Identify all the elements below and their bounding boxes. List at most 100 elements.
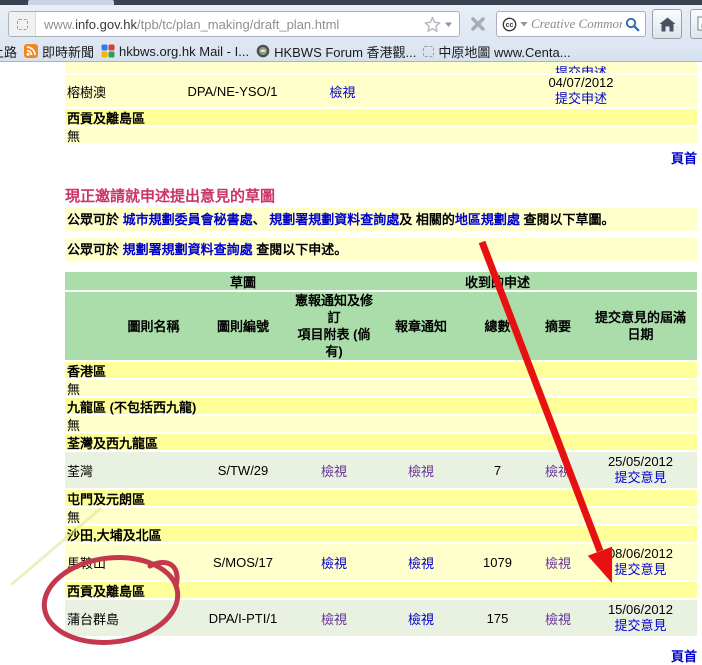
default-favicon-icon (423, 46, 434, 57)
back-to-top: 頁首 (0, 646, 697, 665)
site-identity-box[interactable] (9, 12, 36, 36)
deadline-date: 04/07/2012 (485, 75, 677, 91)
plan-number: S/MOS/17 (197, 555, 289, 570)
gazette-view-link[interactable]: 檢視 (321, 612, 347, 627)
table-group-header: 草圖 收到的申述 (65, 272, 697, 292)
table-row: 榕樹澳 DPA/NE-YSO/1 檢視 04/07/2012 提交申述 (65, 75, 697, 109)
search-magnifier-icon[interactable] (625, 17, 640, 32)
back-to-top-link[interactable]: 頁首 (671, 151, 697, 166)
total-count: 7 (463, 463, 532, 478)
district-section-header: 沙田,大埔及北區 (65, 526, 697, 544)
submit-comment-link[interactable]: 提交意見 (614, 618, 666, 633)
url-domain: info.gov.hk (75, 17, 137, 32)
submit-representation-link[interactable]: 提交申述 (555, 91, 607, 106)
summary-view-link[interactable]: 檢視 (545, 556, 571, 571)
browser-chrome: www.info.gov.hk/tpb/tc/plan_making/draft… (0, 0, 702, 62)
plan-number: S/TW/29 (197, 463, 289, 478)
gazette-view-link[interactable]: 檢視 (321, 464, 347, 479)
column-header: 提交意見的屆滿 日期 (584, 309, 697, 343)
total-count: 175 (463, 611, 532, 626)
home-button[interactable] (652, 9, 682, 39)
url-dropdown-icon[interactable] (444, 21, 453, 28)
search-engine-dropdown-icon[interactable] (520, 21, 528, 27)
district-planning-office-link[interactable]: 地區規劃處 (455, 212, 520, 227)
district-section-header: 九龍區 (不包括西九龍) (65, 398, 697, 416)
press-view-link[interactable]: 檢視 (408, 612, 434, 627)
deadline-date: 08/06/2012 (584, 546, 697, 562)
bookmark-import-icon (696, 16, 702, 33)
back-to-top: 頁首 (0, 148, 697, 167)
active-tab-edge[interactable] (28, 0, 114, 5)
hkbws-forum-icon (256, 44, 270, 58)
comments-plans-table: 草圖 收到的申述 圖則名稱 圖則編號 憲報通知及修訂 項目附表 (倘有) 報章通… (65, 272, 697, 638)
tpb-secretariat-link[interactable]: 城市規劃委員會秘書處 (123, 212, 253, 227)
planning-enquiry-link[interactable]: 規劃署規劃資料查詢處 (269, 212, 399, 227)
submit-comment-link[interactable]: 提交意見 (614, 470, 666, 485)
empty-row: 無 (65, 416, 697, 434)
bookmark-star-icon[interactable] (424, 16, 441, 33)
search-input[interactable]: Creative Commor (531, 16, 622, 32)
bookmark-label: 上路 (0, 42, 17, 61)
url-path: /tpb/tc/plan_making/draft_plan.html (137, 17, 339, 32)
bookmark-label: hkbws.org.hk Mail - I... (119, 44, 249, 59)
back-to-top-link[interactable]: 頁首 (671, 649, 697, 664)
bookmarks-toolbar: 上路 即時新聞 hkbws.org.hk Mail - I... (0, 40, 702, 62)
district-section-header: 西貢及離島區 (65, 109, 697, 127)
url-text[interactable]: www.info.gov.hk/tpb/tc/plan_making/draft… (36, 17, 424, 32)
table-row: 蒲台群島 DPA/I-PTI/1 檢視 檢視 175 檢視 15/06/2012… (65, 600, 697, 638)
google-mail-icon (101, 44, 115, 58)
rss-feed-icon (24, 44, 38, 58)
plan-name: 馬鞍山 (65, 553, 197, 572)
group-header-received: 收到的申述 (463, 272, 532, 291)
plan-number: DPA/NE-YSO/1 (185, 84, 280, 99)
plan-number: DPA/I-PTI/1 (197, 611, 289, 626)
column-header: 圖則名稱 (65, 318, 197, 335)
web-page-content: 提交申述 榕樹澳 DPA/NE-YSO/1 檢視 04/07/2012 提交申述… (0, 62, 702, 645)
creative-commons-engine-icon[interactable]: cc (502, 17, 517, 32)
press-view-link[interactable]: 檢視 (408, 556, 434, 571)
table-column-headers: 圖則名稱 圖則編號 憲報通知及修訂 項目附表 (倘有) 報章通知 總數 摘要 提… (65, 292, 697, 362)
submit-comment-link[interactable]: 提交意見 (614, 562, 666, 577)
bookmark-item[interactable]: 上路 (0, 42, 17, 61)
svg-text:cc: cc (506, 22, 514, 29)
press-view-link[interactable]: 檢視 (408, 464, 434, 479)
bookmark-label: HKBWS Forum 香港觀... (274, 42, 416, 61)
summary-view-link[interactable]: 檢視 (545, 464, 571, 479)
submit-representation-link[interactable]: 提交申述 (555, 65, 607, 75)
district-section-header: 西貢及離島區 (65, 582, 697, 600)
bookmark-item[interactable]: hkbws.org.hk Mail - I... (101, 44, 249, 59)
group-header-draft: 草圖 (197, 272, 289, 291)
empty-row: 無 (65, 127, 697, 145)
district-section-header: 荃灣及西九龍區 (65, 434, 697, 452)
default-favicon-icon (17, 19, 28, 30)
plan-name: 蒲台群島 (65, 609, 197, 628)
summary-view-link[interactable]: 檢視 (545, 612, 571, 627)
page-section-title: 現正邀請就申述提出意見的草圖 (65, 185, 702, 206)
bookmark-label: 即時新聞 (42, 42, 94, 61)
address-bar[interactable]: www.info.gov.hk/tpb/tc/plan_making/draft… (8, 11, 460, 37)
url-prefix: www. (44, 17, 75, 32)
bookmarks-panel-button[interactable] (690, 9, 702, 39)
stop-x-icon (470, 16, 486, 32)
notice-paragraph: 公眾可於 規劃署規劃資料查詢處 查閱以下申述。 (65, 238, 697, 261)
deadline-date: 25/05/2012 (584, 454, 697, 470)
bookmark-item[interactable]: 中原地圖 www.Centa... (423, 42, 570, 61)
column-header: 圖則編號 (197, 318, 289, 335)
gazette-view-link[interactable]: 檢視 (321, 556, 347, 571)
bookmark-item[interactable]: HKBWS Forum 香港觀... (256, 42, 416, 61)
column-header: 摘要 (532, 318, 584, 335)
column-header: 報章通知 (379, 318, 463, 335)
bookmark-label: 中原地圖 www.Centa... (438, 42, 570, 61)
district-section-header: 香港區 (65, 362, 697, 380)
search-bar[interactable]: cc Creative Commor (496, 11, 646, 37)
planning-enquiry-link[interactable]: 規劃署規劃資料查詢處 (123, 242, 253, 257)
column-header: 總數 (463, 318, 532, 335)
gazette-view-link[interactable]: 檢視 (329, 85, 355, 100)
column-header: 憲報通知及修訂 項目附表 (倘有) (289, 292, 379, 360)
bookmark-item[interactable]: 即時新聞 (24, 42, 94, 61)
deadline-date: 15/06/2012 (584, 602, 697, 618)
plan-name: 榕樹澳 (65, 82, 185, 101)
table-row: 荃灣 S/TW/29 檢視 檢視 7 檢視 25/05/2012 提交意見 (65, 452, 697, 490)
table-row: 馬鞍山 S/MOS/17 檢視 檢視 1079 檢視 08/06/2012 提交… (65, 544, 697, 582)
stop-button[interactable] (466, 12, 490, 36)
